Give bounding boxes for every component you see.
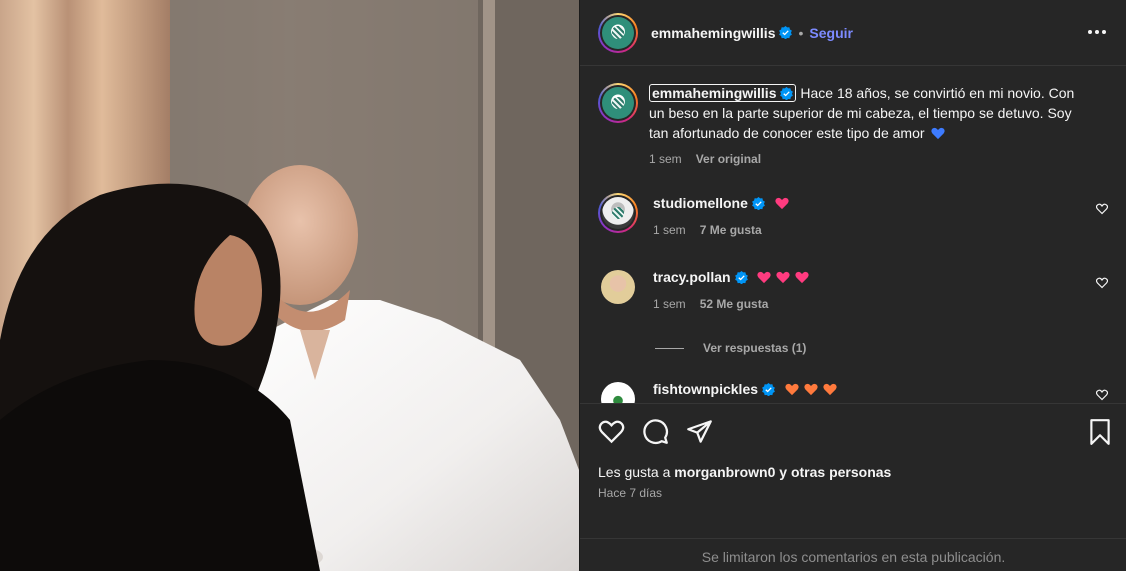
comment-username[interactable]: tracy.pollan	[653, 269, 731, 285]
caption-meta: 1 sem Ver original	[649, 152, 1079, 166]
post-details-panel: emmahemingwillis • Seguir emmahemingwill…	[579, 0, 1126, 571]
post-photo-image	[0, 0, 579, 571]
comment-text: studiomellone	[653, 193, 1073, 213]
heart-emoji-icon	[776, 271, 791, 284]
like-comment-icon[interactable]	[1096, 203, 1108, 215]
likes-suffix[interactable]: y otras personas	[775, 464, 891, 480]
post-time[interactable]: Hace 7 días	[598, 486, 662, 500]
comment-avatar-image	[601, 382, 635, 403]
heart-emoji-icon	[785, 383, 799, 396]
caption-avatar[interactable]	[598, 83, 638, 123]
verified-icon	[779, 26, 793, 39]
replies-divider	[655, 347, 684, 349]
like-comment-icon[interactable]	[1096, 389, 1108, 401]
verified-icon	[734, 271, 748, 284]
caption-text-block: emmahemingwillis Hace 18 años, se convir…	[649, 83, 1079, 143]
comment-time: 1 sem	[653, 297, 686, 311]
save-icon[interactable]	[1087, 418, 1113, 446]
caption-avatar-image	[602, 87, 634, 119]
heart-emoji-icon	[823, 383, 837, 396]
view-replies-button[interactable]: Ver respuestas (1)	[655, 341, 806, 355]
comment-likes[interactable]: 52 Me gusta	[700, 297, 769, 311]
more-options-icon[interactable]	[1085, 22, 1109, 42]
comment-time: 1 sem	[653, 223, 686, 237]
likes-user[interactable]: morganbrown0	[674, 464, 775, 480]
author-username[interactable]: emmahemingwillis	[651, 25, 775, 41]
comments-limited-text: Se limitaron los comentarios en esta pub…	[701, 549, 1006, 565]
see-original-button[interactable]: Ver original	[696, 152, 761, 166]
view-replies-label: Ver respuestas (1)	[703, 341, 807, 355]
like-comment-icon[interactable]	[1096, 277, 1108, 289]
post-actions: Les gusta a morganbrown0 y otras persona…	[580, 403, 1126, 571]
verified-icon	[762, 383, 775, 396]
author-avatar-image	[602, 16, 634, 49]
comment-likes[interactable]: 7 Me gusta	[700, 223, 762, 237]
comment-meta: 1 sem 7 Me gusta	[653, 223, 1073, 237]
likes-summary: Les gusta a morganbrown0 y otras persona…	[598, 464, 891, 480]
separator-dot: •	[798, 24, 804, 41]
comment-avatar[interactable]	[598, 379, 638, 403]
verified-icon	[780, 87, 794, 100]
comment-avatar[interactable]	[598, 267, 638, 307]
author-info: emmahemingwillis • Seguir	[651, 25, 853, 41]
heart-emoji-icon	[795, 271, 810, 284]
comment-icon[interactable]	[642, 418, 669, 445]
comment-avatar-image	[601, 270, 635, 304]
comment-text: tracy.pollan	[653, 267, 1073, 287]
action-buttons	[598, 418, 713, 446]
caption-time: 1 sem	[649, 152, 682, 166]
likes-prefix: Les gusta a	[598, 464, 675, 480]
comment-text: fishtownpickles	[653, 379, 1073, 399]
comment-meta: 1 sem 52 Me gusta	[653, 297, 1073, 311]
comment-username[interactable]: fishtownpickles	[653, 381, 758, 397]
comment-avatar-image	[602, 197, 634, 229]
comment-avatar[interactable]	[598, 193, 638, 233]
heart-emoji-icon	[804, 383, 818, 396]
like-icon[interactable]	[598, 418, 625, 445]
caption-author: emmahemingwillis	[652, 85, 777, 101]
verified-icon	[752, 197, 765, 210]
share-icon[interactable]	[686, 418, 713, 445]
heart-emoji-icon	[757, 271, 772, 284]
comments-list[interactable]: emmahemingwillis Hace 18 años, se convir…	[580, 67, 1126, 403]
author-avatar[interactable]	[598, 12, 638, 53]
instagram-post-modal: emmahemingwillis • Seguir emmahemingwill…	[0, 0, 1126, 571]
caption-author-link[interactable]: emmahemingwillis	[649, 84, 797, 102]
comments-limited-notice: Se limitaron los comentarios en esta pub…	[580, 538, 1126, 565]
follow-button[interactable]: Seguir	[809, 25, 853, 41]
post-header: emmahemingwillis • Seguir	[580, 0, 1126, 66]
heart-emoji-icon	[775, 197, 789, 210]
comment-username[interactable]: studiomellone	[653, 195, 748, 211]
post-photo[interactable]	[0, 0, 579, 571]
heart-emoji-icon	[931, 127, 946, 140]
